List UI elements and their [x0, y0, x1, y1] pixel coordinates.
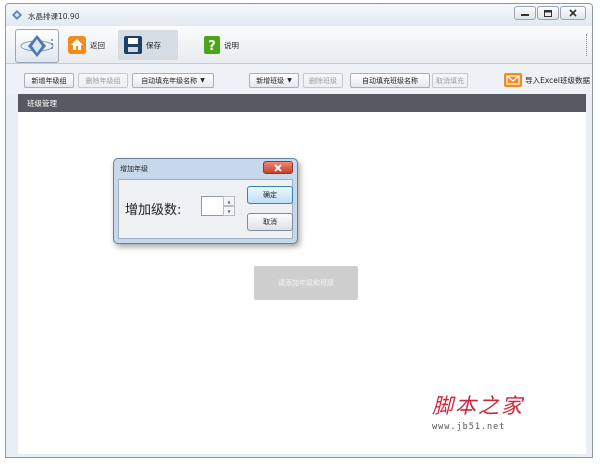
delete-grade-group-button[interactable]: 删除年级组	[78, 73, 128, 88]
auto-fill-class-name-button[interactable]: 自动填充班级名称	[350, 73, 430, 88]
save-button[interactable]: 保存	[124, 34, 161, 56]
title-bar: 水晶排课10.90	[6, 4, 592, 26]
grade-count-input[interactable]	[201, 196, 225, 216]
grade-count-stepper[interactable]: ▲ ▼	[223, 196, 235, 216]
panel-title: 班级管理	[27, 99, 57, 108]
window-title: 水晶排课10.90	[28, 12, 80, 21]
help-icon: ?	[204, 36, 220, 54]
watermark-text: 脚本之家	[432, 394, 524, 418]
add-grade-group-button[interactable]: 新增年级组	[24, 73, 74, 88]
auto-fill-grade-name-dropdown[interactable]: 自动填充年级名称 ▼	[132, 73, 214, 88]
back-label: 返回	[90, 40, 105, 50]
help-button[interactable]: ? 说明	[204, 34, 239, 56]
window-controls	[514, 6, 586, 20]
add-class-label: 新增班级	[256, 76, 285, 85]
delete-class-button[interactable]: 删除班级	[303, 73, 343, 88]
cancel-fill-button[interactable]: 取消填充	[432, 73, 468, 88]
floppy-save-icon	[124, 36, 142, 54]
add-grade-dialog: 增加年级 增加级数: ▲ ▼ 确定 取消	[113, 158, 298, 244]
excel-import-icon	[504, 73, 523, 87]
maximize-icon	[544, 9, 552, 17]
minimize-button[interactable]	[514, 6, 536, 20]
action-bar: 新增年级组 删除年级组 自动填充年级名称 ▼ 新增班级 ▼ 删除班级 自动填充班…	[6, 64, 592, 94]
close-button[interactable]	[560, 6, 586, 20]
ok-button[interactable]: 确定	[247, 186, 293, 204]
import-excel-label: 导入Excel班级数据	[525, 75, 590, 85]
watermark: 脚本之家 www.jb51.net	[432, 390, 562, 432]
add-class-dropdown[interactable]: 新增班级 ▼	[249, 73, 299, 88]
cancel-button[interactable]: 取消	[247, 213, 293, 231]
main-toolbar: 返回 保存 ? 说明	[6, 26, 592, 64]
dialog-close-button[interactable]	[263, 161, 293, 174]
grade-count-label: 增加级数:	[125, 203, 182, 218]
dialog-body: 增加级数: ▲ ▼ 确定 取消	[118, 179, 293, 239]
help-label: 说明	[224, 40, 239, 50]
app-icon	[12, 10, 22, 20]
import-excel-button[interactable]: 导入Excel班级数据	[504, 69, 590, 91]
dialog-title: 增加年级	[120, 165, 148, 173]
class-management-header: 班级管理	[18, 94, 586, 112]
auto-fill-grade-name-label: 自动填充年级名称	[141, 76, 198, 85]
home-icon	[68, 36, 86, 54]
stepper-up-icon[interactable]: ▲	[223, 196, 235, 206]
add-grade-and-class-button[interactable]: 请添加年级和班级	[254, 266, 358, 300]
dropdown-arrow-icon: ▼	[287, 77, 292, 84]
toolbar-overflow-grip[interactable]	[586, 34, 590, 56]
dropdown-arrow-icon: ▼	[200, 77, 205, 84]
back-button[interactable]: 返回	[68, 34, 105, 56]
stepper-down-icon[interactable]: ▼	[223, 206, 235, 216]
watermark-url: www.jb51.net	[432, 422, 506, 432]
close-icon	[274, 163, 282, 172]
toolbar-grip[interactable]	[49, 32, 55, 56]
maximize-button[interactable]	[537, 6, 559, 20]
save-label: 保存	[146, 40, 161, 50]
minimize-icon	[521, 14, 529, 16]
close-icon	[569, 9, 577, 17]
svg-text:?: ?	[208, 39, 216, 54]
